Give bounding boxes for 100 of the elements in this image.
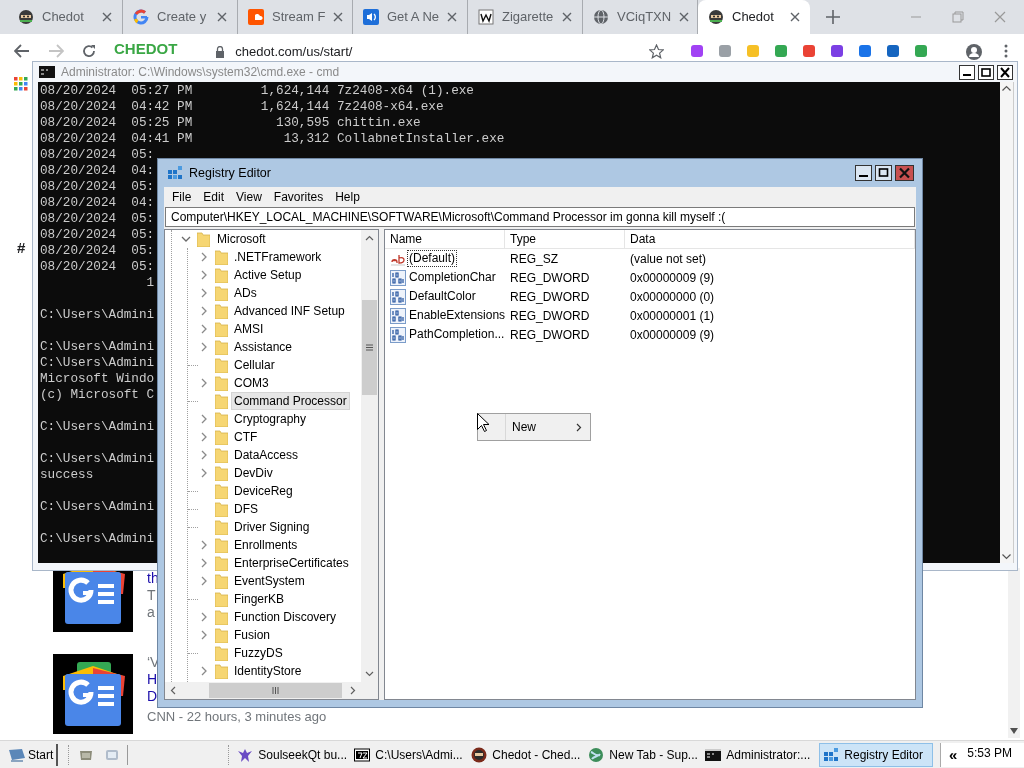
value-name[interactable]: CompletionChar bbox=[407, 269, 498, 286]
minimize-icon[interactable] bbox=[959, 64, 975, 80]
extension-icon[interactable] bbox=[690, 44, 704, 58]
chevron-right-icon[interactable] bbox=[199, 558, 209, 568]
chevron-right-icon[interactable] bbox=[199, 612, 209, 622]
scroll-down-icon[interactable] bbox=[1010, 728, 1018, 734]
tree-item[interactable]: DataAccess bbox=[231, 446, 302, 464]
headline-link[interactable]: H bbox=[147, 671, 158, 688]
forward-icon[interactable] bbox=[48, 44, 64, 58]
menu-item[interactable]: View bbox=[230, 188, 268, 206]
menu-item[interactable]: Favorites bbox=[267, 188, 330, 206]
chevron-right-icon[interactable] bbox=[199, 342, 209, 352]
value-name[interactable]: PathCompletion... bbox=[407, 326, 507, 343]
tree-item[interactable]: FuzzyDS bbox=[231, 644, 286, 662]
tree-item[interactable]: Advanced INF Setup bbox=[231, 302, 348, 320]
taskbar-button[interactable]: New Tab - Sup... bbox=[585, 742, 698, 767]
new-tab-icon[interactable] bbox=[826, 10, 840, 24]
headline-link[interactable]: D bbox=[147, 688, 158, 705]
chevron-right-icon[interactable] bbox=[199, 450, 209, 460]
chevron-right-icon[interactable] bbox=[199, 540, 209, 550]
tree-item[interactable]: IdentityStore bbox=[231, 662, 305, 680]
taskbar-button[interactable]: C:\Users\Admi... bbox=[351, 742, 464, 767]
taskbar-button[interactable]: Chedot - Ched... bbox=[468, 742, 581, 767]
tree-item[interactable]: CTF bbox=[231, 428, 261, 446]
column-header[interactable]: Name bbox=[385, 230, 505, 248]
tree-item[interactable]: COM3 bbox=[231, 374, 272, 392]
tree-item[interactable]: ADs bbox=[231, 284, 260, 302]
chevron-right-icon[interactable] bbox=[199, 630, 209, 640]
scrollbar-thumb[interactable] bbox=[362, 300, 377, 395]
scrollbar[interactable] bbox=[1000, 82, 1014, 563]
tree-item[interactable]: Cellular bbox=[231, 356, 278, 374]
tree-item[interactable]: DevDiv bbox=[231, 464, 276, 482]
scrollbar[interactable] bbox=[165, 682, 361, 699]
column-header[interactable]: Type bbox=[505, 230, 625, 248]
address-field[interactable]: Computer\HKEY_LOCAL_MACHINE\SOFTWARE\Microsoft\Command Processor im gonna kill myself :( bbox=[165, 207, 915, 227]
tree-item[interactable]: EventSystem bbox=[231, 572, 308, 590]
extension-icon[interactable] bbox=[858, 44, 872, 58]
menu-icon[interactable] bbox=[1004, 44, 1008, 58]
taskbar-button[interactable]: SoulseekQt bu... bbox=[234, 742, 347, 767]
star-icon[interactable] bbox=[649, 44, 664, 59]
browser-tab[interactable]: Chedot bbox=[698, 0, 810, 34]
value-name[interactable]: DefaultColor bbox=[407, 288, 478, 305]
chevron-right-icon[interactable] bbox=[199, 306, 209, 316]
scrollbar[interactable] bbox=[361, 230, 378, 682]
value-name[interactable]: EnableExtensions bbox=[407, 307, 508, 324]
chevron-right-icon[interactable] bbox=[199, 252, 209, 262]
tree-item[interactable]: EnterpriseCertificates bbox=[231, 554, 352, 572]
chevron-right-icon[interactable] bbox=[199, 468, 209, 478]
chevron-right-icon[interactable] bbox=[199, 288, 209, 298]
tree-item[interactable]: Cryptography bbox=[231, 410, 310, 428]
menu-item[interactable]: Help bbox=[329, 188, 366, 206]
tree-item[interactable]: Command Processor bbox=[231, 392, 350, 410]
extension-icon[interactable] bbox=[914, 44, 928, 58]
tree-item[interactable]: Assistance bbox=[231, 338, 296, 356]
show-hidden-icons-button[interactable]: « bbox=[948, 747, 958, 762]
scroll-up-icon[interactable] bbox=[1002, 85, 1011, 91]
scroll-down-icon[interactable] bbox=[1002, 554, 1011, 560]
close-icon[interactable] bbox=[997, 64, 1013, 80]
tree-item[interactable]: FingerKB bbox=[231, 590, 288, 608]
taskbar-button[interactable]: Registry Editor bbox=[819, 742, 934, 767]
maximize-icon[interactable] bbox=[875, 165, 892, 181]
tree-item[interactable]: DFS bbox=[231, 500, 261, 518]
close-icon[interactable] bbox=[790, 12, 800, 22]
tree-item[interactable]: AMSI bbox=[231, 320, 267, 338]
menu-item[interactable]: Edit bbox=[197, 188, 231, 206]
chevron-right-icon[interactable] bbox=[199, 378, 209, 388]
tree-item[interactable]: Microsoft bbox=[215, 230, 268, 248]
chevron-right-icon[interactable] bbox=[199, 414, 209, 424]
tree-item[interactable]: DeviceReg bbox=[231, 482, 296, 500]
scrollbar[interactable] bbox=[1008, 568, 1020, 738]
chevron-right-icon[interactable] bbox=[199, 270, 209, 280]
menu-item[interactable]: File bbox=[166, 188, 198, 206]
restore-icon[interactable] bbox=[952, 11, 964, 23]
tree-item[interactable]: Enrollments bbox=[231, 536, 301, 554]
tree-item[interactable]: Function Discovery bbox=[231, 608, 340, 626]
minimize-icon[interactable] bbox=[855, 165, 872, 181]
value-name[interactable]: (Default) bbox=[407, 250, 457, 267]
apps-icon[interactable] bbox=[14, 77, 28, 91]
profile-icon[interactable] bbox=[966, 44, 982, 60]
taskbar-button[interactable]: Administrator:... bbox=[702, 742, 815, 767]
scrollbar-thumb[interactable] bbox=[209, 683, 342, 698]
extension-icon[interactable] bbox=[886, 44, 900, 58]
tree-item[interactable]: Driver Signing bbox=[231, 518, 313, 536]
extension-icon[interactable] bbox=[830, 44, 844, 58]
chevron-down-icon[interactable] bbox=[181, 234, 191, 244]
tree-item[interactable]: Active Setup bbox=[231, 266, 305, 284]
tree-item[interactable]: .NETFramework bbox=[231, 248, 325, 266]
reload-icon[interactable] bbox=[82, 44, 96, 58]
chevron-right-icon[interactable] bbox=[199, 432, 209, 442]
tree-item[interactable]: Fusion bbox=[231, 626, 274, 644]
maximize-icon[interactable] bbox=[978, 64, 994, 80]
start-button[interactable]: Start bbox=[8, 743, 59, 766]
address-bar[interactable]: chedot.com/us/start/ bbox=[215, 44, 616, 60]
chevron-right-icon[interactable] bbox=[199, 666, 209, 676]
extension-icon[interactable] bbox=[774, 44, 788, 58]
back-icon[interactable] bbox=[14, 44, 30, 58]
column-header[interactable]: Data bbox=[625, 230, 915, 248]
chevron-right-icon[interactable] bbox=[199, 576, 209, 586]
extension-icon[interactable] bbox=[718, 44, 732, 58]
chevron-right-icon[interactable] bbox=[199, 324, 209, 334]
